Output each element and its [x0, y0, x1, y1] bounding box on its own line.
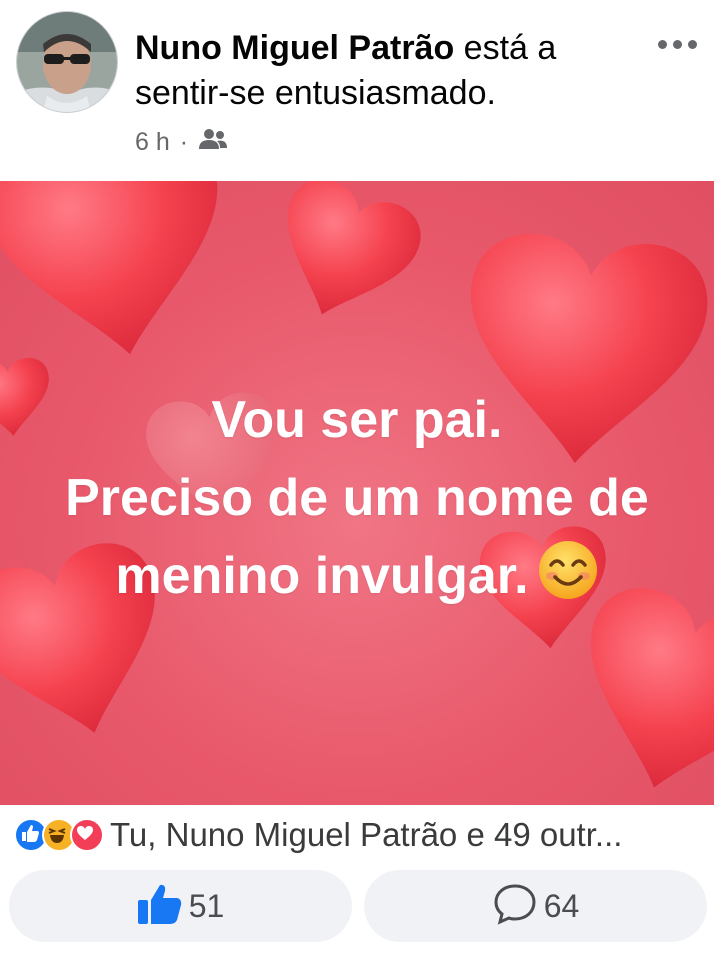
- post-meta: 6 h ·: [135, 128, 228, 157]
- author-avatar[interactable]: [16, 11, 118, 113]
- author-name[interactable]: Nuno Miguel Patrão: [135, 29, 454, 67]
- comment-count: 64: [543, 887, 580, 924]
- like-button[interactable]: 51: [9, 870, 352, 942]
- reactions-text[interactable]: Tu, Nuno Miguel Patrão e 49 outr...: [110, 816, 622, 854]
- friends-icon[interactable]: [198, 128, 228, 157]
- comment-icon: [492, 882, 538, 931]
- post-timestamp[interactable]: 6 h: [135, 128, 170, 157]
- reactions-summary[interactable]: Tu, Nuno Miguel Patrão e 49 outr...: [14, 812, 704, 858]
- thumbs-up-icon: [137, 882, 183, 931]
- comment-button[interactable]: 64: [364, 870, 707, 942]
- caption-line-with-emoji: menino invulgar.: [0, 537, 714, 615]
- post-actions: 51 64: [9, 870, 707, 942]
- meta-separator: ·: [179, 128, 189, 156]
- caption-line: Vou ser pai.: [211, 391, 503, 449]
- smiling-face-icon: [537, 539, 599, 601]
- reaction-icons: [14, 818, 104, 852]
- like-count: 51: [188, 887, 225, 924]
- love-reaction-icon: [70, 818, 104, 852]
- caption-line: menino invulgar.: [115, 547, 529, 605]
- more-options-icon[interactable]: [652, 30, 702, 58]
- post-image[interactable]: Vou ser pai. Preciso de um nome de menin…: [0, 181, 714, 805]
- post-caption: Vou ser pai. Preciso de um nome de menin…: [0, 381, 714, 615]
- caption-line: Preciso de um nome de: [65, 469, 649, 527]
- post-author-line: Nuno Miguel Patrão está a sentir-se entu…: [135, 26, 635, 116]
- post-header: Nuno Miguel Patrão está a sentir-se entu…: [0, 0, 714, 180]
